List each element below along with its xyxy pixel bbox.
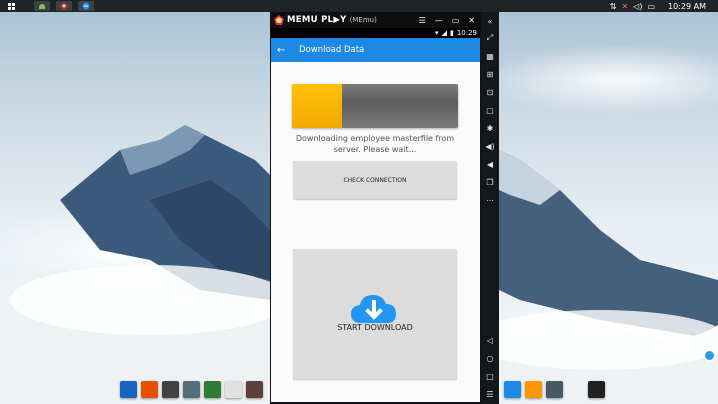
wifi-icon: ▾ [435,29,439,37]
status-time: 10:29 [456,29,477,37]
volume-icon[interactable]: ◁) [633,2,642,11]
monitor-icon[interactable] [120,381,137,398]
vlc-icon[interactable] [525,381,542,398]
network-icon[interactable]: ⇅ [610,2,617,11]
display-icon[interactable]: ▭ [647,2,655,11]
check-connection-button[interactable]: CHECK CONNECTION [293,161,457,199]
app-menu-icon[interactable] [6,2,16,11]
emulator-title-bar[interactable]: MEMU PL▶Y (MEmu) ☰ — ▭ ✕ [270,12,481,28]
emulator-instance: (MEmu) [349,16,377,24]
more-icon[interactable]: ⋯ [484,194,496,206]
collapse-icon[interactable]: « [484,15,496,27]
page-title: Download Data [299,45,365,55]
memu-logo-icon [274,15,284,25]
android-status-bar: ▾ ◢ ▮ 10:29 [271,28,480,38]
close-icon[interactable]: ✕ [468,16,475,25]
system-tray: ⇅ ✕ ◁) ▭ 10:29 AM [610,0,706,12]
progress-fill [292,84,342,128]
download-progress-bar [292,84,458,128]
copy-icon[interactable]: ❐ [484,176,496,188]
minimize-icon[interactable]: — [435,16,443,25]
book-icon[interactable] [246,381,263,398]
photo-app-icon[interactable] [141,381,158,398]
settings-icon[interactable]: ✱ [484,122,496,134]
recorder-icon[interactable]: ▢ [484,104,496,116]
download-manager-icon[interactable] [204,381,221,398]
status-message: Downloading employee masterfile from ser… [295,134,455,154]
android-icon[interactable] [34,1,50,11]
security-icon[interactable]: ✕ [621,2,628,11]
signal-icon: ◢ [441,29,447,37]
start-download-button[interactable]: START DOWNLOAD [293,249,457,379]
android-screen: ▾ ◢ ▮ 10:29 ← Download Data Downloading … [271,28,480,402]
desktop-dock [120,381,263,401]
terminal-icon[interactable] [162,381,179,398]
start-download-label: START DOWNLOAD [337,323,413,332]
battery-icon: ▮ [449,29,454,37]
desktop-top-bar: ⇅ ✕ ◁) ▭ 10:29 AM [0,0,718,12]
recents-icon[interactable]: □ [484,370,496,382]
back-arrow-icon[interactable]: ← [277,45,293,56]
camera-icon[interactable] [588,381,605,398]
browser-taskbar-icon[interactable] [78,1,94,11]
multi-window-icon[interactable]: ⊡ [484,86,496,98]
menu-lines-icon[interactable]: ☰ [484,388,496,400]
wrench-icon[interactable] [225,381,242,398]
fullscreen-icon[interactable]: ⤢ [484,32,496,44]
emulator-side-toolbar: « ⤢ ▦ ⊞ ⊡ ▢ ✱ ◀) ◀ ❐ ⋯ ◁ ○ □ ☰ [481,12,499,404]
maximize-icon[interactable]: ▭ [452,16,460,25]
desktop-dock-right [504,381,605,401]
tools-icon[interactable] [183,381,200,398]
back-icon[interactable]: ◁ [484,334,496,346]
screenshot-icon[interactable]: ⊞ [484,68,496,80]
memu-taskbar-icon[interactable] [56,1,72,11]
menu-icon[interactable]: ☰ [419,16,426,25]
teamviewer-icon[interactable] [703,349,716,362]
clock[interactable]: 10:29 AM [668,2,706,11]
home-icon[interactable]: ○ [484,352,496,364]
keyboard-icon[interactable]: ▦ [484,50,496,62]
app-bar: ← Download Data [271,38,480,62]
volume-down-icon[interactable]: ◀ [484,158,496,170]
emulator-brand: MEMU PL▶Y [287,15,347,25]
emulator-window: MEMU PL▶Y (MEmu) ☰ — ▭ ✕ ▾ ◢ ▮ 10:29 ← D… [270,12,499,404]
remote-desktop-icon[interactable] [504,381,521,398]
calculator-icon[interactable] [546,381,563,398]
volume-up-icon[interactable]: ◀) [484,140,496,152]
